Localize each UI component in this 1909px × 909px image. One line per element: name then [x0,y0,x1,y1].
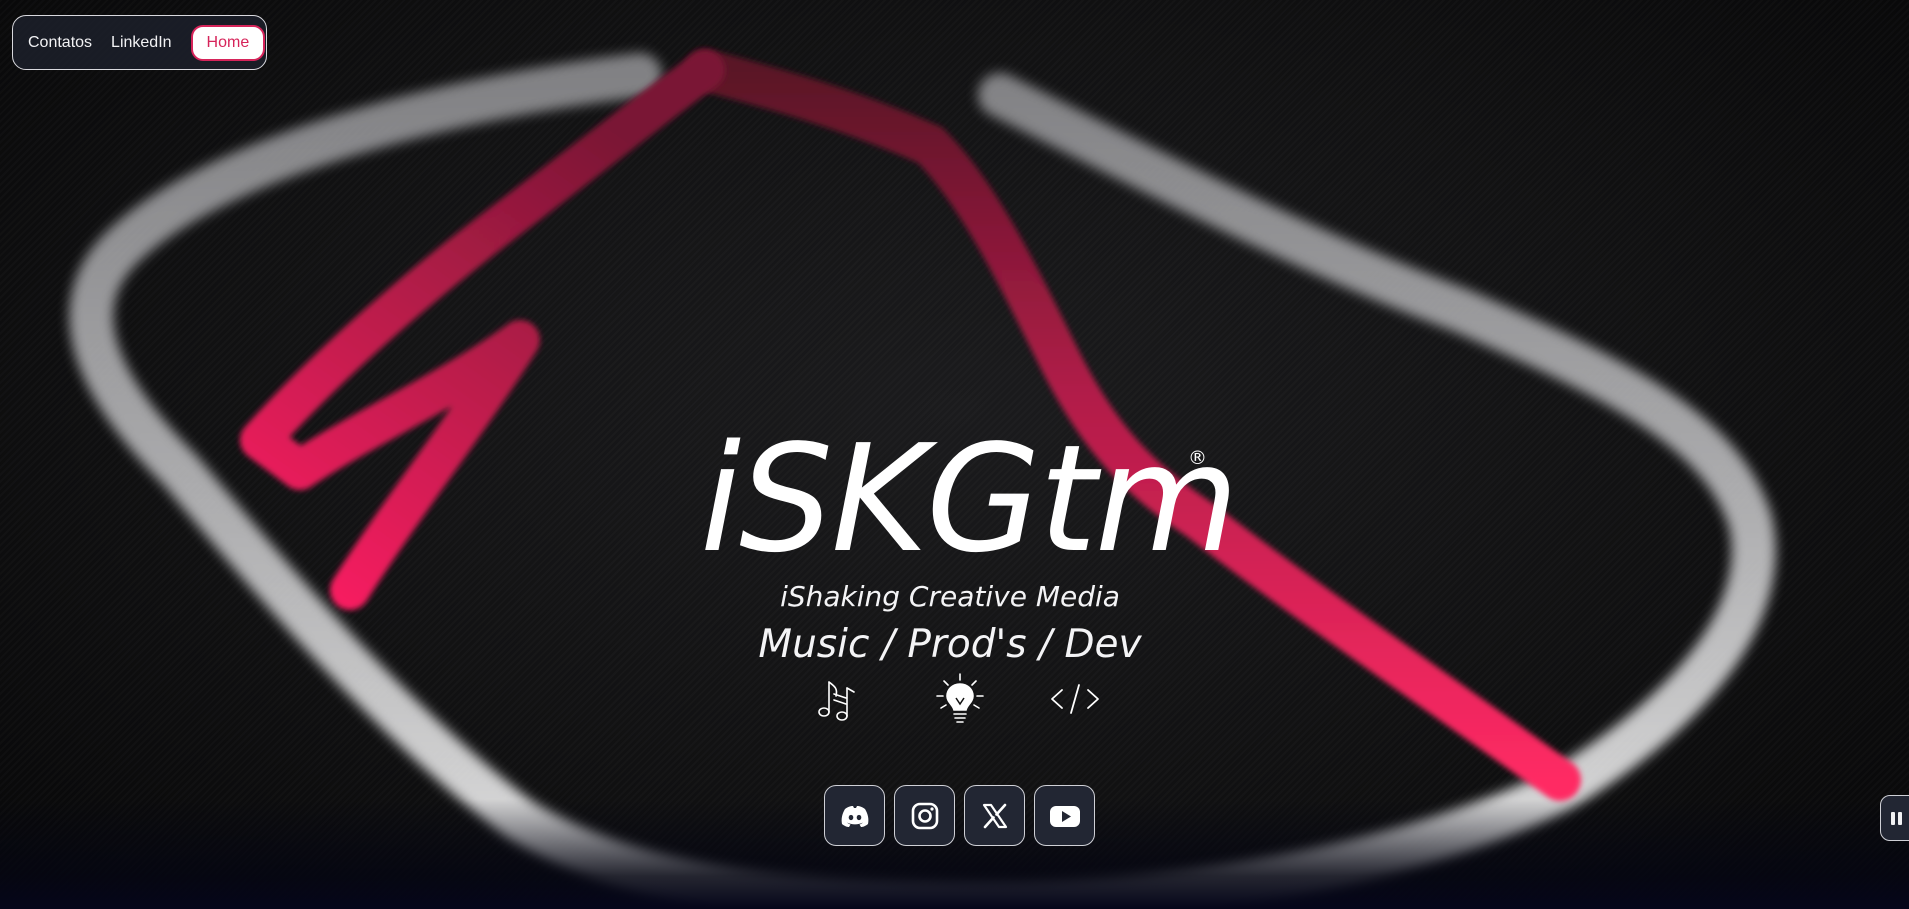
pause-icon [1891,811,1895,825]
background-art [69,49,1776,909]
pause-button[interactable] [1880,795,1909,841]
hero-section: Contatos LinkedIn Home iSKGtm ® iShaking… [0,0,1909,909]
nav-linkedin-link[interactable]: LinkedIn [111,34,172,52]
social-links [824,785,1095,846]
discord-button[interactable] [824,785,885,846]
top-nav: Contatos LinkedIn Home [12,15,267,70]
x-icon [982,803,1007,828]
discord-icon [841,805,868,827]
ring-track [69,53,1776,909]
instagram-button[interactable] [894,785,955,846]
x-button[interactable] [964,785,1025,846]
nav-home-button[interactable]: Home [190,24,266,61]
nav-contacts-link[interactable]: Contatos [28,34,92,52]
youtube-icon [1049,805,1080,827]
youtube-button[interactable] [1034,785,1095,846]
instagram-icon [911,802,938,829]
